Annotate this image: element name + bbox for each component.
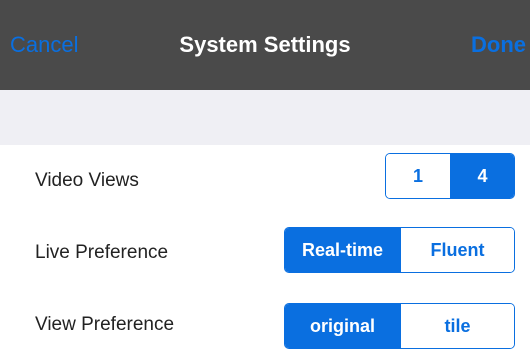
cancel-button[interactable]: Cancel — [10, 0, 78, 90]
video-views-option-4[interactable]: 4 — [450, 154, 514, 198]
live-preference-option-fluent[interactable]: Fluent — [399, 228, 514, 272]
video-views-segmented-control: 1 4 — [385, 153, 515, 199]
navigation-bar: System Settings Cancel Done — [0, 0, 530, 90]
video-views-option-1[interactable]: 1 — [386, 154, 450, 198]
view-preference-label: View Preference — [35, 314, 175, 335]
view-preference-option-original[interactable]: original — [285, 304, 400, 348]
view-preference-segmented-control: original tile — [284, 303, 515, 349]
video-views-row: Video Views 1 4 — [0, 145, 530, 217]
page-title: System Settings — [179, 32, 351, 57]
view-preference-row: View Preference original tile — [0, 289, 530, 349]
system-settings-screen: System Settings Cancel Done Video Views … — [0, 0, 530, 349]
live-preference-option-realtime[interactable]: Real-time — [285, 228, 400, 272]
live-preference-row: Live Preference Real-time Fluent — [0, 217, 530, 289]
done-button[interactable]: Done — [471, 0, 526, 90]
video-views-label: Video Views — [35, 170, 139, 191]
live-preference-segmented-control: Real-time Fluent — [284, 227, 515, 273]
section-separator — [0, 90, 530, 145]
live-preference-label: Live Preference — [35, 242, 169, 263]
view-preference-option-tile[interactable]: tile — [399, 304, 514, 348]
